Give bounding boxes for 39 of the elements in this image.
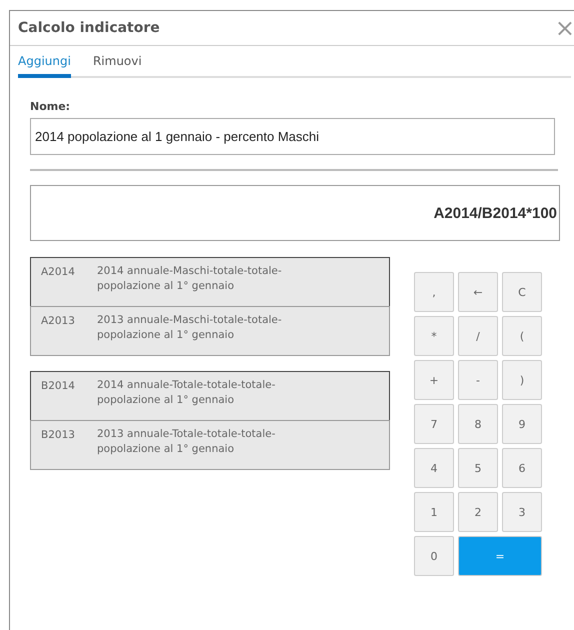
keypad-key[interactable]: /: [458, 316, 498, 356]
keypad-key[interactable]: 8: [458, 404, 498, 444]
indicator-description: 2014 annuale-Totale-totale-totale-popolazione al 1° gennaio: [97, 378, 276, 408]
tab[interactable]: Aggiungi: [18, 54, 71, 78]
keypad-key[interactable]: ): [502, 360, 542, 400]
equals-key[interactable]: =: [458, 536, 542, 576]
keypad-key[interactable]: 7: [414, 404, 454, 444]
indicator-description: 2013 annuale-Totale-totale-totale-popolazione al 1° gennaio: [97, 427, 276, 457]
keypad-key[interactable]: 1: [414, 492, 454, 532]
keypad-key[interactable]: 2: [458, 492, 498, 532]
keypad-key[interactable]: ←: [458, 272, 498, 312]
keypad-key[interactable]: C: [502, 272, 542, 312]
indicator-code: B2013: [41, 429, 76, 443]
indicator-description: 2014 annuale-Maschi-totale-totale-popolazione al 1° gennaio: [97, 264, 283, 294]
keypad-key[interactable]: 4: [414, 448, 454, 488]
field-label: Nome:: [30, 100, 72, 113]
indicator-description: 2013 annuale-Maschi-totale-totale-popolazione al 1° gennaio: [97, 313, 283, 343]
keypad-key[interactable]: 9: [502, 404, 542, 444]
indicator-row[interactable]: B2013 2013 annuale-Totale-totale-totale-popolazione al 1° gennaio: [30, 420, 390, 470]
indicator-row[interactable]: A2014 2014 annuale-Maschi-totale-totale-popolazione al 1° gennaio: [30, 257, 390, 307]
close-button[interactable]: ×: [554, 16, 574, 40]
name-field[interactable]: 2014 popolazione al 1 gennaio - percento Maschi: [30, 118, 555, 155]
indicator-row[interactable]: A2013 2013 annuale-Maschi-totale-totale-popolazione al 1° gennaio: [30, 306, 390, 356]
indicator-code: A2013: [41, 315, 76, 329]
keypad-key[interactable]: 5: [458, 448, 498, 488]
keypad-key[interactable]: (: [502, 316, 542, 356]
indicator-code: A2014: [41, 266, 76, 280]
keypad-key[interactable]: ,: [414, 272, 454, 312]
tab[interactable]: Rimuovi: [92, 54, 142, 78]
indicator-row[interactable]: B2014 2014 annuale-Totale-totale-totale-popolazione al 1° gennaio: [30, 371, 390, 421]
indicator-code: B2014: [41, 380, 76, 394]
keypad-key[interactable]: 3: [502, 492, 542, 532]
formula-display: A2014/B2014*100: [30, 185, 560, 241]
keypad-key[interactable]: +: [414, 360, 454, 400]
keypad-key[interactable]: 6: [502, 448, 542, 488]
keypad-key[interactable]: 0: [414, 536, 454, 576]
keypad-key[interactable]: -: [458, 360, 498, 400]
window-title: Calcolo indicatore: [18, 20, 160, 36]
keypad-key[interactable]: *: [414, 316, 454, 356]
